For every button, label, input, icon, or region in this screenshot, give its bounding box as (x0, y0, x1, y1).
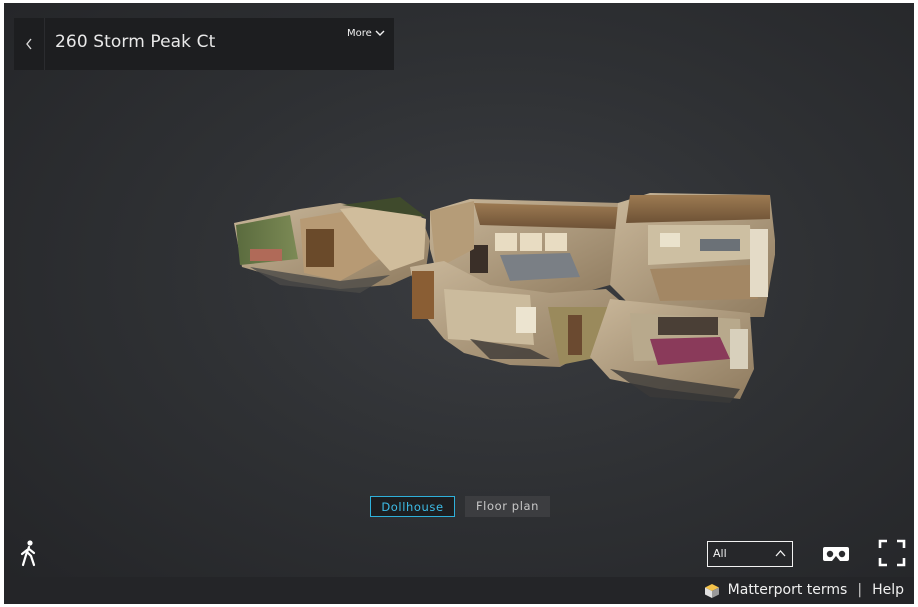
footer-links: Matterport terms | Help (704, 577, 904, 604)
floor-selected-value: All (713, 547, 727, 560)
chevron-up-icon (775, 550, 786, 557)
title-panel: 260 Storm Peak Ct More (14, 18, 394, 70)
view-mode-toggle: Dollhouse Floor plan (370, 496, 550, 517)
floor-selector[interactable]: All (707, 541, 793, 567)
more-label: More (347, 27, 372, 39)
fullscreen-icon[interactable] (878, 539, 906, 567)
property-title: 260 Storm Peak Ct (55, 32, 216, 52)
dollhouse-button[interactable]: Dollhouse (370, 496, 455, 517)
floor-plan-button[interactable]: Floor plan (465, 496, 550, 517)
matterport-terms-link[interactable]: Matterport terms (728, 577, 848, 604)
walking-person-icon[interactable] (18, 539, 40, 567)
footer-separator: | (857, 582, 863, 598)
chevron-left-icon (26, 38, 32, 50)
dollhouse-model[interactable] (230, 189, 775, 405)
footer-bar: Matterport terms | Help (4, 577, 914, 604)
more-button[interactable]: More (347, 26, 385, 40)
3d-viewer[interactable]: 260 Storm Peak Ct More Dollhouse Floor p… (4, 3, 914, 604)
help-link[interactable]: Help (872, 577, 904, 604)
chevron-down-icon (375, 30, 385, 36)
vr-headset-icon[interactable] (822, 544, 850, 564)
back-button[interactable] (14, 18, 45, 70)
matterport-cube-icon (704, 583, 719, 598)
